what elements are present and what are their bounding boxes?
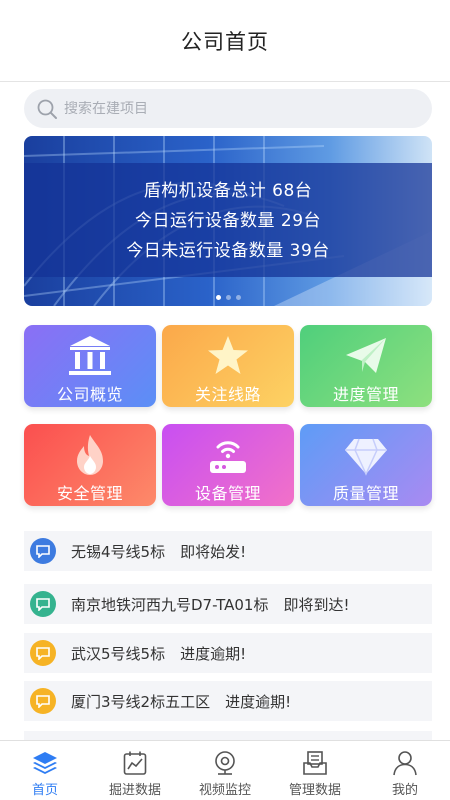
tab-home[interactable]: 首页 (0, 741, 90, 800)
star-icon (208, 336, 248, 374)
message-icon (30, 538, 56, 564)
tile-label: 关注线路 (194, 385, 261, 404)
flame-icon (77, 435, 103, 475)
tile-progress-management[interactable]: 进度管理 (300, 325, 432, 407)
list-item[interactable]: 南京地铁河西九号D7-TA01标 即将到达! (24, 584, 432, 624)
tile-label: 安全管理 (56, 484, 123, 503)
message-icon (30, 591, 56, 617)
list-item-partial[interactable] (24, 731, 432, 740)
banner-idle-devices: 今日未运行设备数量 39台 (126, 241, 330, 261)
banner-pagination (24, 295, 432, 300)
user-icon (393, 751, 417, 776)
search-input[interactable] (64, 100, 404, 117)
header: 公司首页 (0, 0, 450, 82)
tile-safety-management[interactable]: 安全管理 (24, 424, 156, 506)
tile-label: 公司概览 (56, 385, 123, 404)
banner-running-devices: 今日运行设备数量 29台 (134, 211, 322, 231)
tile-label: 设备管理 (194, 484, 261, 503)
notice-text: 厦门3号线2标五工区 进度逾期! (71, 692, 292, 711)
list-item[interactable]: 无锡4号线5标 即将始发! (24, 531, 432, 571)
list-item[interactable]: 武汉5号线5标 进度逾期! (24, 633, 432, 673)
message-icon (30, 688, 56, 714)
search-bar[interactable] (24, 89, 432, 128)
paper-plane-icon (346, 338, 386, 373)
banner-total-devices: 盾构机设备总计 68台 (143, 181, 313, 201)
bottom-tab-bar: 首页 掘进数据 视频监控 管理数据 我的 (0, 740, 450, 800)
diamond-icon (345, 438, 387, 476)
tab-label: 管理数据 (288, 783, 341, 798)
tile-watched-lines[interactable]: 关注线路 (162, 325, 294, 407)
tab-excavation-data[interactable]: 掘进数据 (90, 741, 180, 800)
company-home-page: 公司首页 盾构机设备总计 68台 (0, 0, 450, 800)
tile-label: 进度管理 (332, 385, 399, 404)
router-icon (210, 441, 246, 473)
chart-icon (123, 751, 147, 775)
tab-profile[interactable]: 我的 (360, 741, 450, 800)
notice-text: 无锡4号线5标 即将始发! (71, 542, 247, 561)
camera-icon (215, 751, 235, 775)
banner-stats: 盾构机设备总计 68台 今日运行设备数量 29台 今日未运行设备数量 39台 (24, 176, 432, 266)
banner[interactable]: 盾构机设备总计 68台 今日运行设备数量 29台 今日未运行设备数量 39台 (24, 136, 432, 306)
message-icon (30, 640, 56, 666)
tile-label: 质量管理 (332, 484, 399, 503)
tile-device-management[interactable]: 设备管理 (162, 424, 294, 506)
inbox-icon (303, 751, 327, 775)
notice-text: 南京地铁河西九号D7-TA01标 即将到达! (71, 595, 350, 614)
tile-company-overview[interactable]: 公司概览 (24, 325, 156, 407)
tab-label: 视频监控 (198, 783, 251, 798)
tab-label: 首页 (31, 783, 58, 798)
notice-text: 武汉5号线5标 进度逾期! (71, 644, 247, 663)
pagination-dot[interactable] (225, 295, 231, 300)
tab-video-monitoring[interactable]: 视频监控 (180, 741, 270, 800)
layers-icon (33, 752, 57, 774)
bank-icon (69, 336, 111, 375)
tab-label: 掘进数据 (108, 783, 161, 798)
tab-management-data[interactable]: 管理数据 (270, 741, 360, 800)
pagination-dot[interactable] (215, 295, 221, 300)
pagination-dot[interactable] (235, 295, 241, 300)
search-icon (37, 99, 57, 119)
list-item[interactable]: 厦门3号线2标五工区 进度逾期! (24, 681, 432, 721)
tile-quality-management[interactable]: 质量管理 (300, 424, 432, 506)
page-title: 公司首页 (181, 29, 269, 54)
tab-label: 我的 (391, 783, 418, 798)
